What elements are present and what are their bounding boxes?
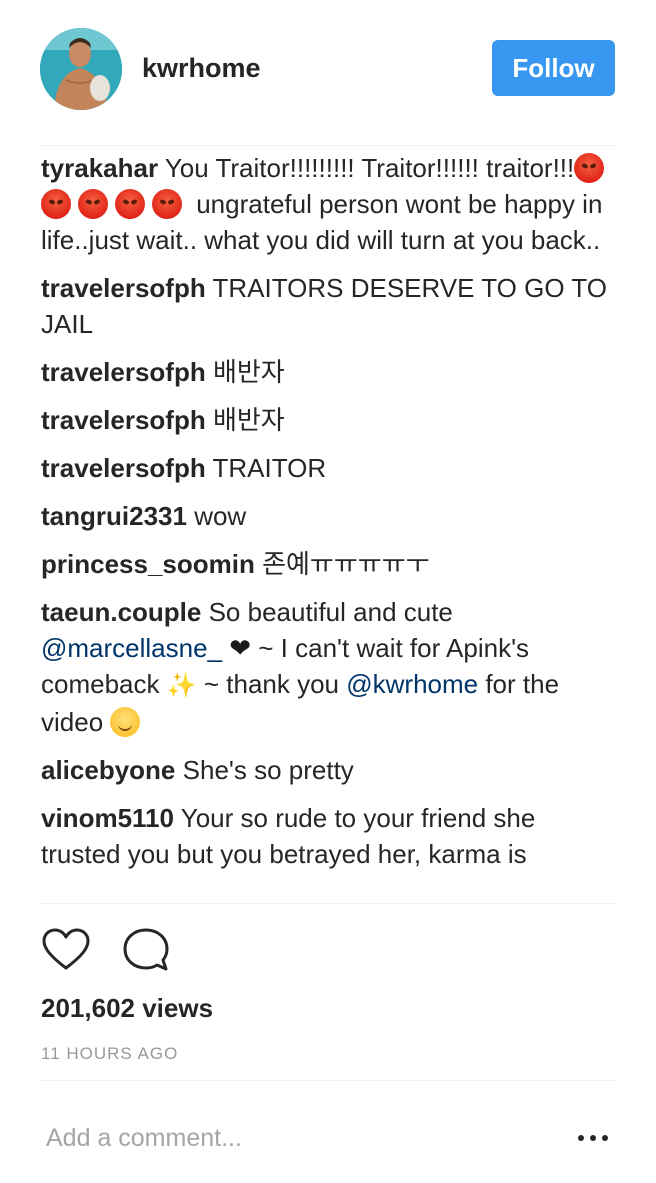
comment-author[interactable]: travelersofph: [41, 357, 206, 387]
comment-bubble-icon[interactable]: [121, 926, 171, 976]
heart-outline-icon[interactable]: [41, 926, 91, 976]
smiling-face-icon: [110, 707, 141, 737]
post-header: kwrhome Follow: [0, 0, 656, 140]
comments-divider: [41, 903, 615, 904]
heart-emoji-icon: ❤: [222, 633, 252, 663]
comment-text: 배반자: [212, 405, 285, 435]
comment-author[interactable]: travelersofph: [41, 405, 206, 435]
post-username[interactable]: kwrhome: [142, 50, 261, 86]
comment-author[interactable]: travelersofph: [41, 273, 206, 303]
comment-text-continued: ~ thank you: [196, 669, 347, 699]
comment-mention[interactable]: @marcellasne_: [41, 633, 222, 663]
comments-list[interactable]: tyrakahar You Traitor!!!!!!!!! Traitor!!…: [41, 150, 615, 902]
comment-author[interactable]: alicebyone: [41, 755, 175, 785]
angry-face-icon: [574, 153, 605, 183]
comment-item: travelersofph TRAITORS DESERVE TO GO TO …: [41, 270, 615, 342]
comment-mention[interactable]: @kwrhome: [346, 669, 478, 699]
follow-button[interactable]: Follow: [492, 40, 615, 96]
comment-item: vinom5110 Your so rude to your friend sh…: [41, 800, 615, 872]
footer-divider: [41, 1080, 615, 1081]
comment-item: princess_soomin 존예ㅠㅠㅠㅠㅜ: [41, 546, 615, 582]
header-divider: [41, 145, 615, 146]
comment-author[interactable]: taeun.couple: [41, 597, 201, 627]
comment-text: So beautiful and cute: [208, 597, 453, 627]
comment-text: 존예ㅠㅠㅠㅠㅜ: [262, 549, 430, 579]
angry-face-icon: [78, 189, 108, 219]
comment-text: You Traitor!!!!!!!!! Traitor!!!!!! trait…: [164, 153, 575, 183]
comment-text: She's so pretty: [182, 755, 354, 785]
comment-item: tyrakahar You Traitor!!!!!!!!! Traitor!!…: [41, 150, 615, 258]
angry-face-icon: [115, 189, 145, 219]
view-count[interactable]: 201,602 views: [41, 990, 213, 1026]
more-options-icon[interactable]: [576, 1122, 610, 1152]
comment-author[interactable]: princess_soomin: [41, 549, 255, 579]
comment-item: travelersofph TRAITOR: [41, 450, 615, 486]
comment-item: taeun.couple So beautiful and cute @marc…: [41, 594, 615, 740]
comment-item: travelersofph 배반자: [41, 402, 615, 438]
comment-item: travelersofph 배반자: [41, 354, 615, 390]
comment-text: 배반자: [212, 357, 285, 387]
comment-author[interactable]: vinom5110: [41, 803, 174, 833]
comment-item: tangrui2331 wow: [41, 498, 615, 534]
angry-face-icon: [152, 189, 182, 219]
comment-text: wow: [194, 501, 247, 531]
comment-author[interactable]: travelersofph: [41, 453, 206, 483]
profile-avatar[interactable]: [40, 28, 122, 110]
add-comment-input[interactable]: [46, 1120, 526, 1156]
angry-face-icon: [41, 189, 71, 219]
post-timestamp: 11 HOURS AGO: [41, 1044, 179, 1063]
comment-author[interactable]: tangrui2331: [41, 501, 187, 531]
post-actions: [41, 926, 615, 976]
comment-text: TRAITOR: [212, 453, 327, 483]
sparkles-icon: ✨: [166, 672, 197, 699]
comment-item: alicebyone She's so pretty: [41, 752, 615, 788]
avatar-photo: [40, 28, 122, 110]
comment-author[interactable]: tyrakahar: [41, 153, 158, 183]
